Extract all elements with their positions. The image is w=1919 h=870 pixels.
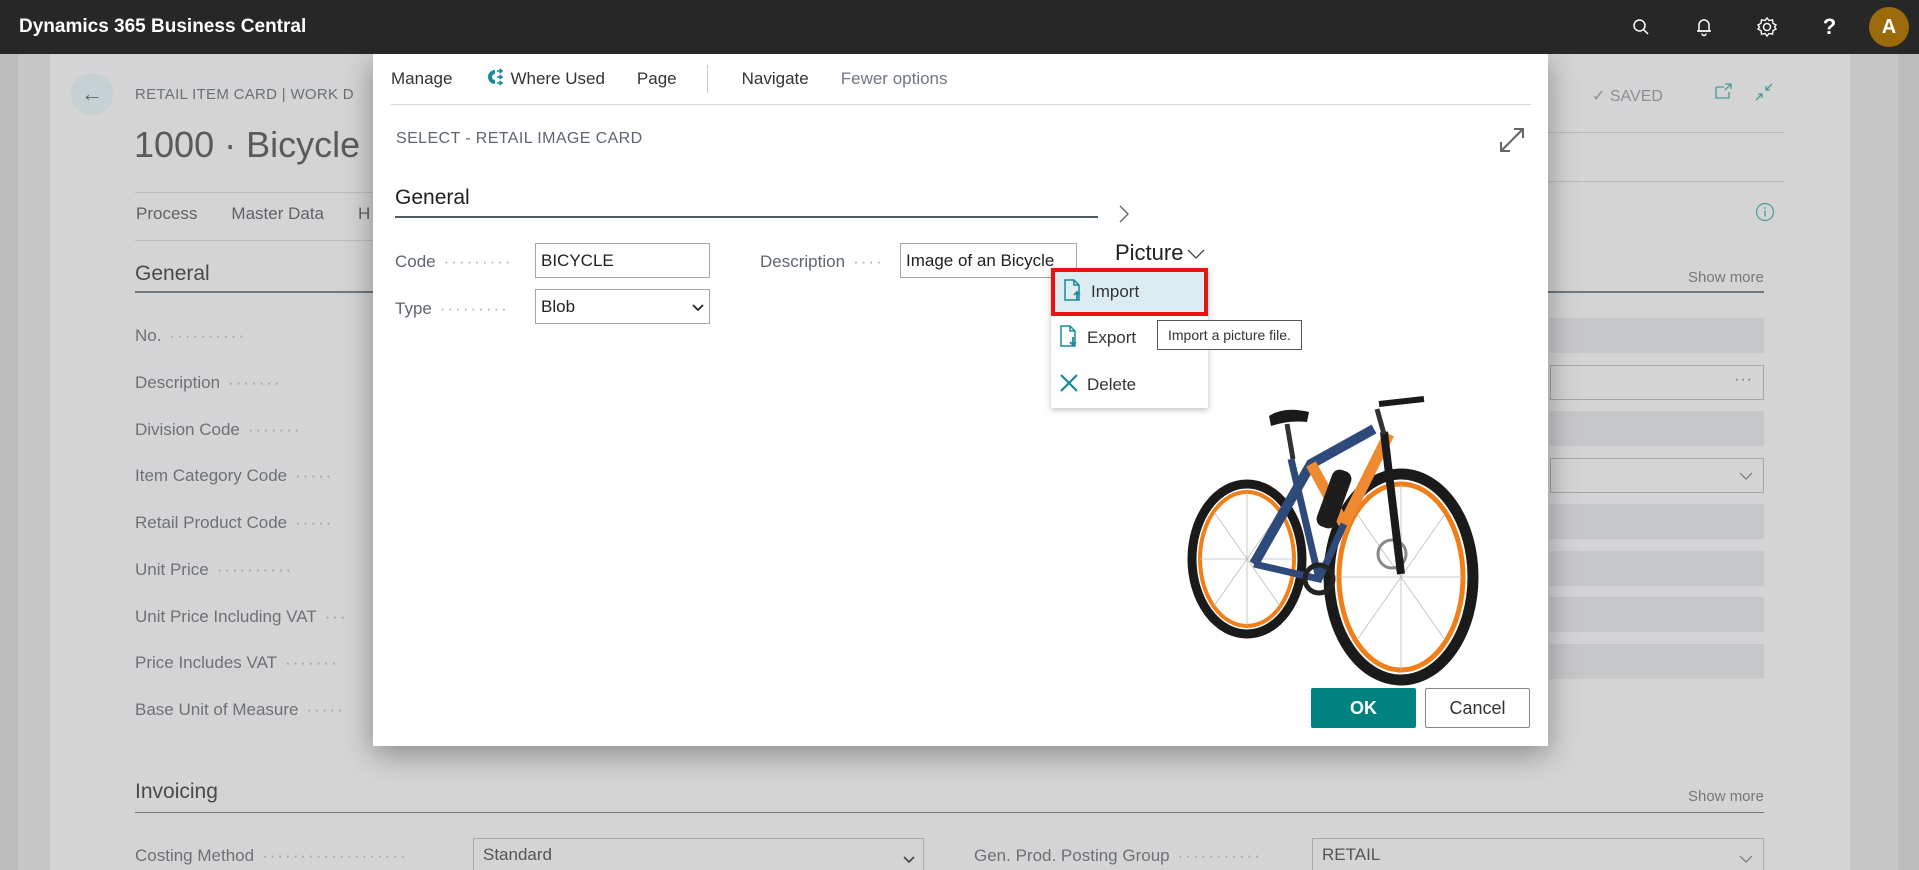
bell-icon[interactable] — [1672, 0, 1735, 54]
page-caption: RETAIL ITEM CARD | WORK D — [135, 86, 354, 103]
menu-navigate[interactable]: Navigate — [742, 69, 809, 89]
menu-manage[interactable]: Manage — [391, 69, 452, 89]
field-label-retail-product-code: Retail Product Code ····· — [135, 513, 334, 532]
import-tooltip: Import a picture file. — [1157, 320, 1302, 350]
app-title: Dynamics 365 Business Central — [19, 16, 307, 37]
field-item-category-code[interactable] — [1550, 458, 1764, 493]
field-division-code[interactable] — [1550, 411, 1764, 446]
delete-x-icon — [1059, 373, 1079, 398]
avatar[interactable]: A — [1869, 7, 1909, 47]
field-label-no: No. ·········· — [135, 326, 247, 345]
type-value: Blob — [541, 296, 576, 316]
collapse-icon[interactable] — [1755, 83, 1773, 106]
divider — [1548, 132, 1784, 133]
chevron-down-icon — [1187, 240, 1205, 266]
code-label: Code ········· — [395, 252, 513, 271]
description-label: Description ···· — [760, 252, 884, 271]
menu-item-delete-label: Delete — [1087, 375, 1137, 394]
menu-fewer-options[interactable]: Fewer options — [841, 69, 948, 89]
saved-status: ✓ SAVED — [1592, 88, 1663, 105]
field-no[interactable] — [1550, 318, 1764, 353]
menu-item-import[interactable]: Import — [1051, 268, 1208, 316]
menu-where-used[interactable]: Where Used — [484, 67, 605, 91]
section-underline — [135, 812, 1764, 813]
picture-title-label: Picture — [1115, 240, 1184, 265]
costing-method-select[interactable]: Standard — [473, 838, 924, 870]
type-select[interactable]: Blob — [535, 289, 710, 324]
menu-item-delete[interactable]: Delete — [1051, 362, 1208, 408]
more-options-icon[interactable]: ··· — [1734, 371, 1753, 389]
costing-method-value: Standard — [483, 845, 552, 864]
field-label-gen-prod-posting-group: Gen. Prod. Posting Group ··········· — [974, 846, 1262, 865]
action-process[interactable]: Process — [136, 204, 197, 224]
dialog-caption: SELECT - RETAIL IMAGE CARD — [396, 130, 643, 147]
page-action-bar: Process Master Data H — [136, 204, 370, 224]
invoicing-show-more-link[interactable]: Show more — [1688, 788, 1764, 805]
dialog-general-section-title[interactable]: General — [395, 186, 470, 210]
app-bar: Dynamics 365 Business Central ? A — [0, 0, 1919, 54]
field-label-unit-price-incl-vat: Unit Price Including VAT ··· — [135, 607, 348, 626]
gen-prod-posting-group-select[interactable]: RETAIL — [1312, 838, 1764, 870]
chevron-down-icon — [692, 297, 704, 317]
field-retail-product-code[interactable] — [1550, 504, 1764, 539]
field-label-base-unit-of-measure: Base Unit of Measure ····· — [135, 700, 345, 719]
divider — [1548, 181, 1784, 182]
type-label: Type ········· — [395, 299, 509, 318]
field-label-unit-price: Unit Price ·········· — [135, 560, 294, 579]
help-icon[interactable]: ? — [1798, 0, 1861, 54]
menu-page[interactable]: Page — [637, 69, 677, 89]
saved-label: SAVED — [1609, 88, 1663, 105]
chevron-right-icon[interactable] — [1118, 204, 1130, 229]
section-underline — [395, 216, 1098, 218]
field-label-price-includes-vat: Price Includes VAT ······· — [135, 653, 339, 672]
back-button[interactable]: ← — [71, 73, 113, 115]
invoicing-section-title[interactable]: Invoicing — [135, 780, 218, 804]
where-used-icon — [484, 67, 504, 91]
divider — [135, 240, 375, 241]
file-export-icon — [1059, 324, 1079, 353]
arrow-left-icon: ← — [81, 81, 103, 106]
chevron-down-icon — [1739, 468, 1753, 486]
field-unit-price-incl-vat[interactable] — [1550, 597, 1764, 632]
expand-icon[interactable] — [1498, 126, 1526, 159]
section-underline — [135, 291, 375, 293]
section-underline — [1548, 291, 1764, 293]
action-master-data[interactable]: Master Data — [231, 204, 324, 224]
menu-item-import-label: Import — [1091, 282, 1140, 301]
file-import-icon — [1063, 278, 1083, 307]
picture-factbox-title[interactable]: Picture — [1115, 240, 1205, 266]
field-label-description: Description ······· — [135, 373, 282, 392]
action-more[interactable]: H — [358, 204, 370, 224]
dialog-action-bar: Manage Where Used Page Navigate Fewer op… — [391, 54, 1531, 105]
menu-where-used-label: Where Used — [510, 69, 605, 88]
page-window-controls — [1715, 83, 1773, 106]
field-price-includes-vat[interactable] — [1550, 644, 1764, 679]
open-new-window-icon[interactable] — [1715, 83, 1733, 106]
code-input[interactable]: BICYCLE — [535, 243, 710, 278]
field-unit-price[interactable] — [1550, 551, 1764, 586]
bicycle-picture — [1187, 396, 1479, 686]
chevron-down-icon — [1739, 849, 1753, 869]
search-icon[interactable] — [1609, 0, 1672, 54]
field-label-costing-method: Costing Method ··················· — [135, 846, 408, 865]
menu-separator — [706, 65, 708, 93]
gear-icon[interactable] — [1735, 0, 1798, 54]
select-retail-image-card-dialog: Manage Where Used Page Navigate Fewer op… — [373, 54, 1548, 746]
gen-prod-posting-group-value: RETAIL — [1322, 845, 1381, 864]
info-icon[interactable] — [1755, 202, 1775, 227]
menu-item-export-label: Export — [1087, 328, 1137, 347]
divider — [135, 192, 375, 193]
chevron-down-icon — [903, 849, 915, 869]
field-description[interactable]: ··· — [1550, 365, 1764, 400]
field-label-item-category-code: Item Category Code ····· — [135, 466, 334, 485]
ok-button[interactable]: OK — [1311, 688, 1416, 728]
cancel-button[interactable]: Cancel — [1425, 688, 1530, 728]
general-show-more-link[interactable]: Show more — [1688, 269, 1764, 286]
record-title: 1000 · Bicycle — [134, 124, 361, 165]
general-section-title[interactable]: General — [135, 262, 210, 286]
field-label-division-code: Division Code ······· — [135, 420, 302, 439]
app-bar-icons: ? A — [1609, 0, 1909, 54]
